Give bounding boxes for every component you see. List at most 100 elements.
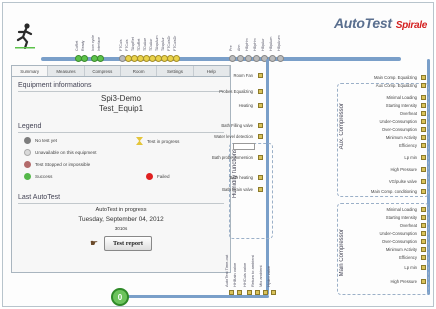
status-marker-icon [421, 95, 426, 100]
test-report-button[interactable]: Test report [104, 236, 153, 251]
status-node-icon [277, 55, 284, 62]
humidity-item-label: Water level detection [214, 134, 253, 139]
legend-item: Unavailable on this equipment [24, 149, 97, 156]
compressor-item-label: Over-Consumption [381, 239, 417, 244]
status-dot-icon [24, 137, 31, 144]
hourglass-icon [136, 137, 143, 145]
status-node-icon [253, 55, 260, 62]
bottom-label: HHBain valve [232, 262, 237, 287]
compressor-item-label: Starting Intensity [385, 103, 417, 108]
tab-summary[interactable]: Summary [12, 66, 49, 76]
status-dot-icon [24, 149, 31, 156]
legend-label: Test in progress [147, 138, 180, 144]
status-marker-icon [258, 155, 263, 160]
tab-measures[interactable]: Measures [48, 66, 85, 76]
status-marker-icon [421, 255, 426, 260]
autotest-code: 3010s [114, 226, 128, 231]
status-marker-icon [421, 143, 426, 148]
status-marker-icon [421, 155, 426, 160]
top-label: TDuRet [137, 38, 141, 51]
status-marker-icon [258, 187, 263, 192]
top-label: Pre [229, 45, 233, 51]
top-label: TAspRet [131, 37, 135, 51]
step-counter: 0 [111, 288, 129, 306]
status-marker-icon [421, 265, 426, 270]
last-autotest-info: AutoTest in progress Tuesday, September … [12, 204, 230, 251]
legend-label: Test Stopped or impossible [35, 162, 91, 167]
compressor-item-label: High Pressure [390, 167, 417, 172]
status-marker-icon [258, 175, 263, 180]
legend-item: Success [24, 173, 52, 180]
legend-label: Success [35, 174, 53, 179]
status-node-icon [173, 55, 180, 62]
status-marker-icon [421, 239, 426, 244]
top-label: FTCuis [125, 39, 129, 51]
status-node-icon [229, 55, 236, 62]
humidity-item-label: Bath Filling valve [221, 123, 253, 128]
bottom-rail [121, 295, 269, 298]
status-marker-icon [421, 127, 426, 132]
status-marker-icon [255, 290, 260, 295]
runner-icon [15, 23, 35, 49]
top-label: TAspAum [155, 35, 159, 51]
legend-item: No test yet [24, 137, 57, 144]
top-label: TDuAur [149, 38, 153, 51]
summary-panel: Summary Measures Compress Room Settings … [11, 65, 231, 273]
top-label: TDuAue [143, 37, 147, 51]
status-marker-icon [263, 290, 268, 295]
status-node-icon [269, 55, 276, 62]
compressor-item-label: Efficiency [399, 255, 417, 260]
top-label: HBpArum [277, 35, 281, 51]
status-marker-icon [258, 73, 263, 78]
humidity-item-label: Bath heating [229, 175, 253, 180]
status-marker-icon [421, 75, 426, 80]
legend-item: Test Stopped or impossible [24, 161, 90, 168]
status-marker-icon [421, 167, 426, 172]
tab-help[interactable]: Help [194, 66, 230, 76]
legend-label: Failed [157, 174, 170, 179]
humidity-item-label: Bath Drain valve [222, 187, 253, 192]
tab-compress[interactable]: Compress [85, 66, 121, 76]
top-label: FTCuis [119, 39, 123, 51]
status-marker-icon [229, 290, 234, 295]
humidity-item-label: Bath probe immersion [212, 155, 253, 160]
compressor-item-label: Aux Comp. Equalizing [375, 83, 417, 88]
compressor-item-label: Minimal Loading [386, 207, 418, 212]
duration-input[interactable] [233, 143, 255, 150]
compressor-item-label: Overheat [399, 111, 417, 116]
compressor-item-label: Minimum Activity [385, 247, 417, 252]
autotest-title: AutoTest [334, 15, 392, 31]
bottom-label: AutoTest Time-out [224, 254, 229, 287]
top-label: Ready [81, 40, 85, 51]
equipment-id: Test_Equip1 [98, 104, 144, 113]
bottom-label: Return to ambient [250, 255, 255, 287]
status-marker-icon [421, 231, 426, 236]
compressor-item-label: Lp min [404, 155, 417, 160]
compressor-item-label: Over-Consumption [381, 127, 417, 132]
last-autotest-title: Last AutoTest [18, 194, 61, 201]
top-label: FTCuisDr [167, 35, 171, 51]
status-marker-icon [421, 189, 426, 194]
autotest-date: Tuesday, September 04, 2012 [78, 216, 164, 223]
legend-label: No test yet [35, 138, 57, 143]
top-label: HBpAur [261, 38, 265, 51]
status-marker-icon [421, 247, 426, 252]
status-marker-icon [237, 290, 242, 295]
compressor-item-label: Overheat [399, 223, 417, 228]
tab-room[interactable]: Room [121, 66, 158, 76]
equipment-name: Spi3-Demo [100, 94, 141, 103]
status-node-icon [237, 55, 244, 62]
tab-settings[interactable]: Settings [157, 66, 194, 76]
status-node-icon [245, 55, 252, 62]
compressor-item-label: Minimum Activity [385, 135, 417, 140]
status-node-icon [97, 55, 104, 62]
bottom-label: HHCuis valve [242, 262, 247, 287]
status-marker-icon [421, 135, 426, 140]
legend-title: Legend [18, 123, 42, 130]
compressor-item-label: VG/pulse valve [388, 179, 417, 184]
status-marker-icon [421, 119, 426, 124]
status-marker-icon [247, 290, 252, 295]
status-marker-icon [258, 123, 263, 128]
top-label: FTCuisDr [173, 35, 177, 51]
app-title: AutoTest Spirale [334, 15, 427, 31]
